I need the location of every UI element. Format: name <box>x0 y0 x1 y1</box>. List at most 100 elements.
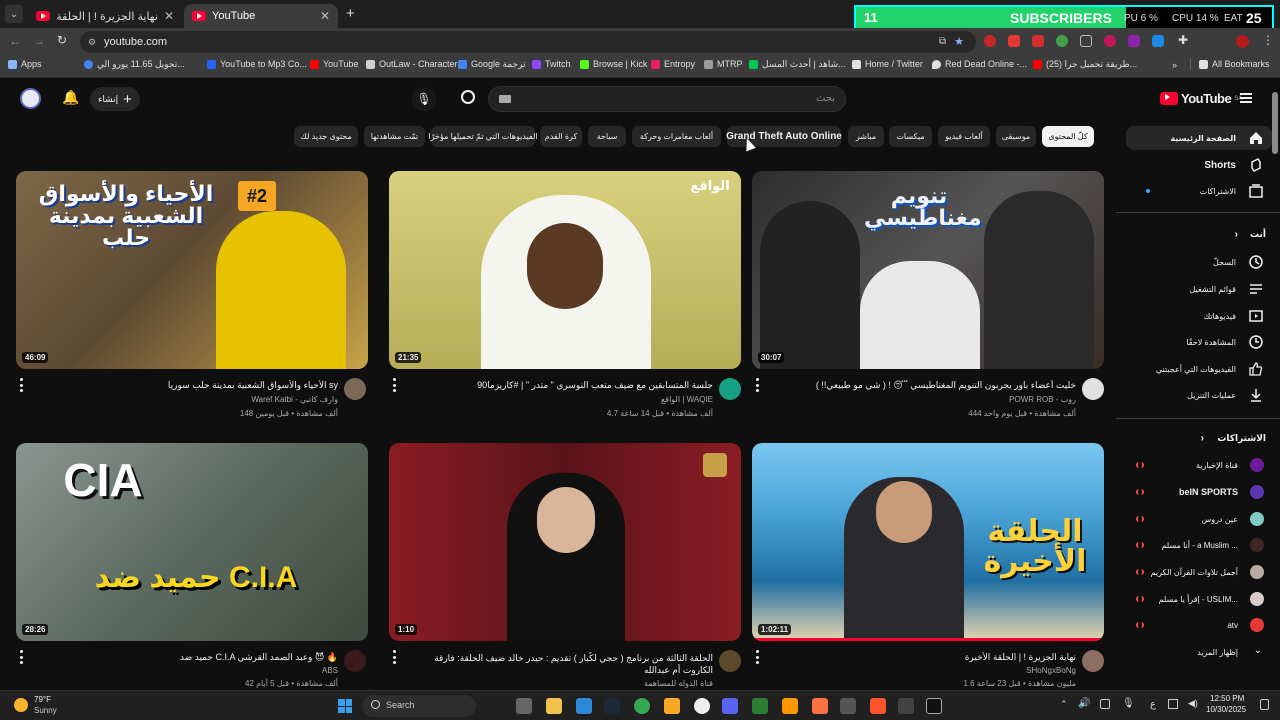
speaker-icon[interactable]: 🔊 <box>1078 698 1090 709</box>
chip-new-to-you[interactable]: محتوى جديد لك <box>294 126 358 147</box>
you-section-header[interactable]: أنت › <box>1235 229 1266 240</box>
video-thumbnail[interactable]: 1:10 <box>389 443 741 641</box>
tray-chevron-icon[interactable]: ⌃ <box>1060 699 1068 710</box>
sidebar-item-subscriptions[interactable]: الاشتراكات <box>1126 179 1272 203</box>
extension-icon[interactable] <box>984 35 996 47</box>
chip-video-games[interactable]: ألعاب فيديو <box>938 126 990 147</box>
video-channel[interactable]: SHoNgxBoNg <box>777 666 1076 675</box>
file-explorer-icon[interactable] <box>546 698 562 714</box>
more-options-icon[interactable] <box>754 650 760 664</box>
video-thumbnail[interactable]: الواقع 21:35 <box>389 171 741 369</box>
more-options-icon[interactable] <box>391 650 397 664</box>
app-icon[interactable] <box>840 698 856 714</box>
channel-avatar[interactable] <box>344 650 366 672</box>
steam-icon[interactable] <box>604 698 620 714</box>
video-thumbnail[interactable]: الحلقة الأخيرة 1:02:11 <box>752 443 1104 641</box>
microphone-icon[interactable]: 🎙 <box>1122 698 1135 709</box>
bookmark-item[interactable]: Entropy <box>651 59 695 69</box>
start-button[interactable] <box>338 699 352 713</box>
new-tab-button[interactable]: + <box>346 5 355 22</box>
tab-search-button[interactable]: ⌄ <box>5 5 23 23</box>
extension-icon[interactable] <box>1128 35 1140 47</box>
weather-widget[interactable]: 79°F Sunny <box>12 694 92 718</box>
menu-icon[interactable]: ⋮ <box>1262 33 1274 47</box>
sidebar-subscription[interactable]: atv <box>1126 613 1272 637</box>
notifications-bell-icon[interactable]: 🔔 <box>62 89 79 106</box>
search-input[interactable]: بحث <box>488 86 846 112</box>
task-view-icon[interactable] <box>516 698 532 714</box>
video-title[interactable]: حميد ضد C.I.A وعبد الصمد القرشي 😈 🔥 <box>60 652 338 663</box>
channel-avatar[interactable] <box>719 650 741 672</box>
volume-icon[interactable]: ◀) <box>1188 698 1198 709</box>
chip-football[interactable]: كرة القدم <box>540 126 582 147</box>
video-channel[interactable]: POWR ROB - روب <box>777 395 1076 404</box>
video-thumbnail[interactable]: CIA حميد ضد C.I.A 28:26 <box>16 443 368 641</box>
taskbar-search[interactable]: Search <box>362 695 476 717</box>
close-tab-icon[interactable]: ✕ <box>320 9 330 23</box>
more-options-icon[interactable] <box>391 378 397 392</box>
video-thumbnail[interactable]: الأحياء والأسواق الشعبية بمدينة حلب #2 4… <box>16 171 368 369</box>
bookmark-item[interactable]: شاهد | أحدث المسل... <box>749 59 846 70</box>
video-title[interactable]: جلسة المتسابقين مع ضيف متعب النوسري " مت… <box>414 380 713 391</box>
channel-avatar[interactable] <box>344 378 366 400</box>
channel-avatar[interactable] <box>1082 378 1104 400</box>
back-icon[interactable]: ← <box>9 34 21 48</box>
video-title[interactable]: نهاية الجزيرة ! | الحلقة الأخيرة <box>777 652 1076 663</box>
clock-date[interactable]: 10/30/2025 <box>1206 705 1246 714</box>
chrome-icon[interactable] <box>634 698 650 714</box>
notifications-icon[interactable] <box>1260 699 1269 710</box>
voice-search-button[interactable]: 🎙 <box>412 87 436 111</box>
extension-icon[interactable] <box>1080 35 1092 47</box>
bookmark-item[interactable]: Google ترجمة <box>458 59 526 70</box>
close-tab-icon[interactable]: ✕ <box>164 9 174 23</box>
install-app-icon[interactable]: ⧉ <box>939 31 946 53</box>
chip-mixes[interactable]: ميكسات <box>889 126 932 147</box>
extension-icon[interactable] <box>1152 35 1164 47</box>
sidebar-subscription[interactable]: أنا مسلم - a Muslim ... <box>1126 533 1272 557</box>
sidebar-subscription[interactable]: أجمل تلاوات القرآن الكريم <box>1126 560 1272 584</box>
sidebar-item-history[interactable]: السجلّ <box>1126 250 1272 274</box>
chip-swimming[interactable]: سباحة <box>588 126 626 147</box>
bookmark-item[interactable]: Apps <box>8 59 42 69</box>
search-icon[interactable] <box>461 90 475 104</box>
chip-music[interactable]: موسيقى <box>996 126 1036 147</box>
app-icon[interactable] <box>664 698 680 714</box>
video-title[interactable]: الحلقة الثالثة من برنامج ( حجي لكُبار ) … <box>414 652 713 676</box>
extensions-puzzle-icon[interactable]: ✚ <box>1178 33 1188 47</box>
sidebar-subscription[interactable]: عين دروس <box>1126 507 1272 531</box>
profile-icon[interactable] <box>1236 35 1249 48</box>
capcut-icon[interactable] <box>926 698 942 714</box>
site-info-icon[interactable]: ⚙ <box>88 31 96 53</box>
bookmark-item[interactable]: All Bookmarks <box>1190 59 1270 69</box>
more-options-icon[interactable] <box>18 378 24 392</box>
bookmark-star-icon[interactable]: ★ <box>954 31 964 53</box>
video-title[interactable]: الأحياء والأسواق الشعبية بمدينة حلب سوري… <box>60 380 338 391</box>
tab-jazeera[interactable]: نهاية الجزيرة ! | الحلقة الأخيرة - ... ✕ <box>28 4 182 28</box>
discord-icon[interactable] <box>722 698 738 714</box>
store-icon[interactable] <box>576 698 592 714</box>
bookmark-item[interactable]: (25) طريقة تحميل جرا... <box>1033 59 1137 70</box>
app-icon[interactable] <box>898 698 914 714</box>
sidebar-item-shorts[interactable]: Shorts <box>1126 153 1272 177</box>
forward-icon[interactable]: → <box>33 34 45 48</box>
reload-icon[interactable]: ↻ <box>57 33 67 47</box>
more-options-icon[interactable] <box>18 650 24 664</box>
sidebar-item-home[interactable]: الصفحة الرئيسية <box>1126 126 1272 150</box>
terminal-icon[interactable] <box>752 698 768 714</box>
chip-watched[interactable]: تمّت مشاهدتها <box>364 126 425 147</box>
extension-icon[interactable] <box>1008 35 1020 47</box>
channel-avatar[interactable] <box>1082 650 1104 672</box>
youtube-logo[interactable]: YouTube SA <box>1160 91 1242 106</box>
sidebar-item-your-videos[interactable]: فيديوهاتك <box>1126 304 1272 328</box>
network-icon[interactable] <box>1168 699 1178 709</box>
video-channel[interactable]: ABS <box>60 666 338 675</box>
sidebar-item-watch-later[interactable]: المشاهدة لاحقًا <box>1126 330 1272 354</box>
more-options-icon[interactable] <box>754 378 760 392</box>
create-button[interactable]: إنشاء + <box>90 87 140 111</box>
bookmark-item[interactable]: MTRP <box>704 59 743 69</box>
bookmark-item[interactable]: YouTube <box>310 59 358 69</box>
bookmark-item[interactable]: YouTube to Mp3 Co... <box>207 59 307 69</box>
chip-live[interactable]: مباشر <box>848 126 884 147</box>
sidebar-subscription[interactable]: beIN SPORTS <box>1126 480 1272 504</box>
sidebar-subscription[interactable]: قناة الإخبارية <box>1126 453 1272 477</box>
